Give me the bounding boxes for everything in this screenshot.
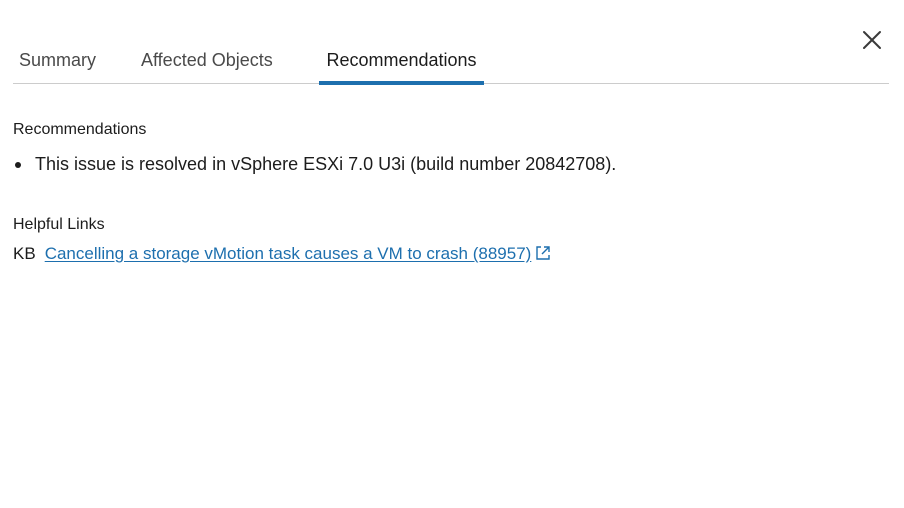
kb-link-text: Cancelling a storage vMotion task causes… (44, 244, 532, 263)
kb-label: KB (13, 244, 36, 263)
list-item: This issue is resolved in vSphere ESXi 7… (13, 154, 616, 175)
tab-recommendations[interactable]: Recommendations (319, 50, 484, 85)
bullet-icon (15, 162, 21, 168)
recommendation-panel: Summary Affected Objects Recommendations… (0, 0, 904, 508)
kb-article-link[interactable]: Cancelling a storage vMotion task causes… (45, 244, 553, 263)
recommendations-list: This issue is resolved in vSphere ESXi 7… (13, 154, 616, 175)
tab-bar: Summary Affected Objects Recommendations (13, 40, 889, 85)
recommendations-heading: Recommendations (13, 121, 147, 138)
tab-summary[interactable]: Summary (19, 50, 96, 84)
helpful-link-row: KB Cancelling a storage vMotion task caus… (13, 244, 552, 267)
external-link-icon (534, 244, 552, 267)
recommendation-text: This issue is resolved in vSphere ESXi 7… (35, 154, 617, 174)
helpful-links-heading: Helpful Links (13, 216, 105, 233)
tab-affected-objects[interactable]: Affected Objects (141, 50, 273, 84)
